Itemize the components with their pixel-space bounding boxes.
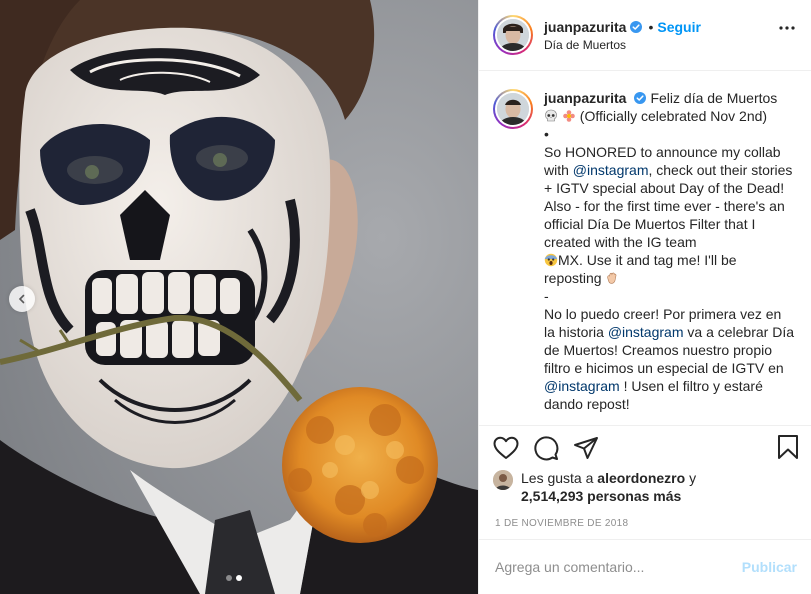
mention-link[interactable]: @instagram	[608, 324, 684, 340]
post-sidebar: juanpazurita • Seguir Día de Muertos jua…	[478, 0, 811, 594]
screaming-face-emoji-icon	[544, 254, 558, 267]
post-caption: juanpazurita Feliz día de Muertos (Offici…	[544, 89, 794, 424]
publish-button[interactable]: Publicar	[742, 559, 797, 575]
heart-icon[interactable]	[493, 428, 533, 468]
post-header: juanpazurita • Seguir Día de Muertos	[479, 0, 811, 72]
waving-hand-emoji-icon	[607, 272, 617, 284]
comment-form: Publicar	[479, 538, 811, 594]
caption-section: juanpazurita Feliz día de Muertos (Offici…	[479, 71, 811, 426]
comment-bubble-icon[interactable]	[533, 428, 573, 468]
caption-line: -	[544, 288, 549, 305]
more-options-icon[interactable]	[779, 26, 795, 30]
location-link[interactable]: Día de Muertos	[544, 38, 701, 52]
flower-emoji-icon	[563, 110, 575, 123]
carousel-prev-button[interactable]	[9, 286, 35, 312]
post-image	[0, 0, 478, 594]
mention-link[interactable]: @instagram	[573, 162, 649, 178]
caption-line: Feliz día de Muertos	[650, 90, 778, 107]
avatar-image	[497, 93, 529, 126]
carousel-dot-active	[236, 575, 242, 581]
username-link[interactable]: juanpazurita	[544, 19, 626, 35]
post-date[interactable]: 1 de noviembre de 2018	[479, 509, 811, 539]
instagram-post: juanpazurita • Seguir Día de Muertos jua…	[0, 0, 811, 594]
comment-input[interactable]	[495, 558, 742, 575]
verified-badge-icon	[634, 92, 647, 105]
likes-prefix: Les gusta a	[521, 470, 594, 487]
likes-count-link[interactable]: 2,514,293 personas más	[521, 488, 681, 504]
action-bar	[479, 426, 811, 470]
liker-avatar[interactable]	[493, 470, 513, 491]
caption-avatar[interactable]	[493, 89, 533, 130]
verified-badge-icon	[630, 20, 643, 33]
skull-emoji-icon	[545, 109, 557, 122]
carousel-indicator	[226, 575, 242, 581]
carousel-dot	[226, 575, 232, 581]
mention-link[interactable]: @instagram	[544, 378, 620, 394]
follow-button[interactable]: Seguir	[657, 19, 701, 35]
caption-line: •	[544, 126, 549, 143]
post-photo[interactable]	[0, 0, 478, 594]
caption-line: (Officially celebrated Nov 2nd)	[579, 108, 768, 125]
paper-plane-icon[interactable]	[573, 428, 613, 468]
chevron-left-icon	[17, 294, 27, 304]
caption-username[interactable]: juanpazurita	[544, 90, 626, 106]
likes-summary: Les gusta a aleordonezro y 2,514,293 per…	[479, 469, 811, 509]
likes-and: y	[689, 470, 697, 487]
liker-username-link[interactable]: aleordonezro	[597, 470, 685, 486]
bookmark-icon[interactable]	[777, 434, 799, 465]
separator-bullet: •	[648, 18, 654, 35]
avatar-image	[497, 19, 529, 52]
avatar[interactable]	[493, 15, 533, 56]
caption-line: MX. Use it and tag me! I'll be reposting	[544, 252, 737, 287]
